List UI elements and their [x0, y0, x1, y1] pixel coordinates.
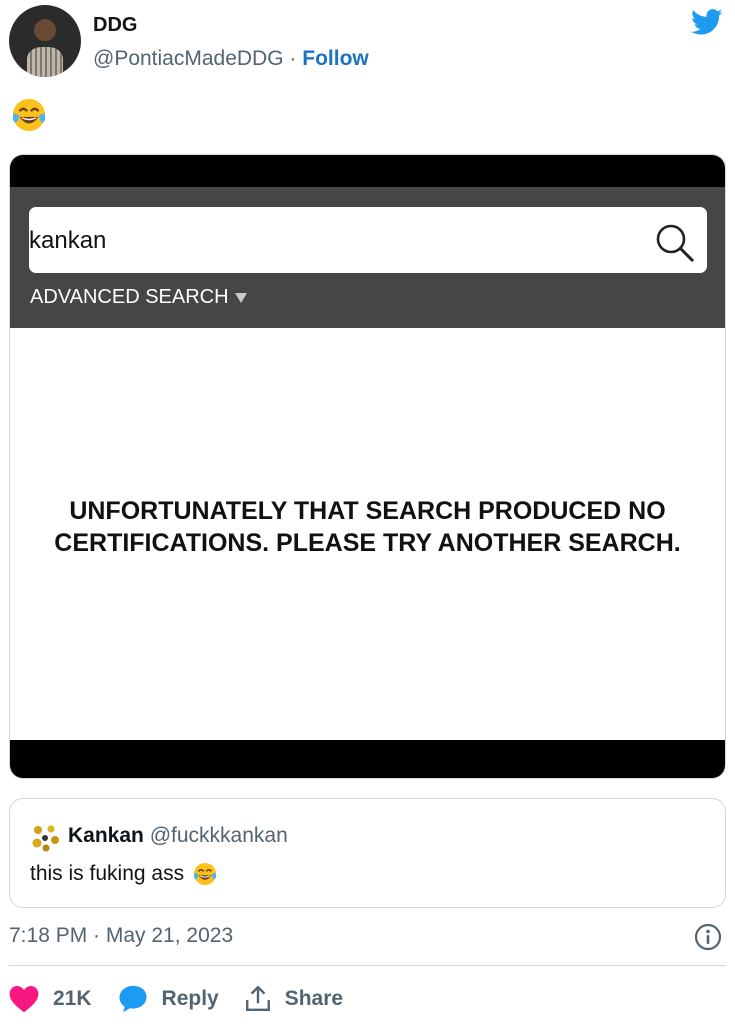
quote-text: this is fuking ass: [30, 862, 185, 885]
media-bottom-bar: [10, 740, 725, 778]
handle-separator: ·: [289, 47, 297, 70]
advanced-search-toggle[interactable]: ADVANCED SEARCH: [30, 286, 247, 309]
search-input[interactable]: kankan: [29, 207, 707, 273]
advanced-search-label: ADVANCED SEARCH: [30, 286, 229, 308]
no-results-message: UNFORTUNATELY THAT SEARCH PRODUCED NO CE…: [10, 495, 725, 559]
author-handle-row: @PontiacMadeDDG · Follow: [93, 47, 369, 71]
quote-text-row: this is fuking ass: [30, 861, 218, 887]
media-top-bar: [10, 155, 725, 187]
reply-button[interactable]: Reply: [118, 984, 219, 1014]
author-handle[interactable]: @PontiacMadeDDG: [93, 47, 284, 70]
tweet-media-image[interactable]: kankan ADVANCED SEARCH UNFORTUNATELY THA…: [9, 154, 726, 779]
share-label: Share: [284, 987, 344, 1010]
quote-author: Kankan @fuckkkankan: [68, 824, 288, 848]
search-input-value: kankan: [29, 227, 107, 254]
share-button[interactable]: Share: [245, 985, 343, 1013]
like-count: 21K: [53, 987, 92, 1010]
caret-down-icon: [234, 292, 247, 303]
tweet-header: DDG @PontiacMadeDDG · Follow: [0, 0, 735, 90]
face-with-tears-of-joy-icon: [193, 862, 217, 886]
tweet-actions: 21K Reply Share: [9, 981, 369, 1017]
share-icon: [245, 985, 270, 1011]
heart-icon: [9, 986, 39, 1013]
no-results-line-2: CERTIFICATIONS. PLEASE TRY ANOTHER SEARC…: [54, 529, 681, 557]
like-button[interactable]: 21K: [9, 985, 92, 1013]
reply-label: Reply: [161, 987, 219, 1010]
search-icon[interactable]: [653, 221, 697, 265]
quoted-tweet[interactable]: Kankan @fuckkkankan this is fuking ass: [9, 798, 726, 908]
no-results-line-1: UNFORTUNATELY THAT SEARCH PRODUCED NO: [69, 497, 666, 525]
author-avatar[interactable]: [9, 5, 81, 77]
face-with-tears-of-joy-icon: [12, 98, 46, 132]
reply-bubble-icon: [119, 985, 147, 1013]
quote-avatar: [30, 823, 60, 853]
info-icon[interactable]: [693, 922, 723, 952]
follow-button[interactable]: Follow: [302, 47, 369, 70]
quote-display-name: Kankan: [68, 824, 144, 847]
quote-handle: @fuckkkankan: [149, 824, 288, 847]
divider: [9, 965, 726, 966]
twitter-bird-icon[interactable]: [689, 6, 725, 38]
author-display-name[interactable]: DDG: [93, 14, 137, 37]
tweet-timestamp[interactable]: 7:18 PM · May 21, 2023: [9, 924, 233, 948]
search-panel: kankan ADVANCED SEARCH: [10, 187, 725, 328]
